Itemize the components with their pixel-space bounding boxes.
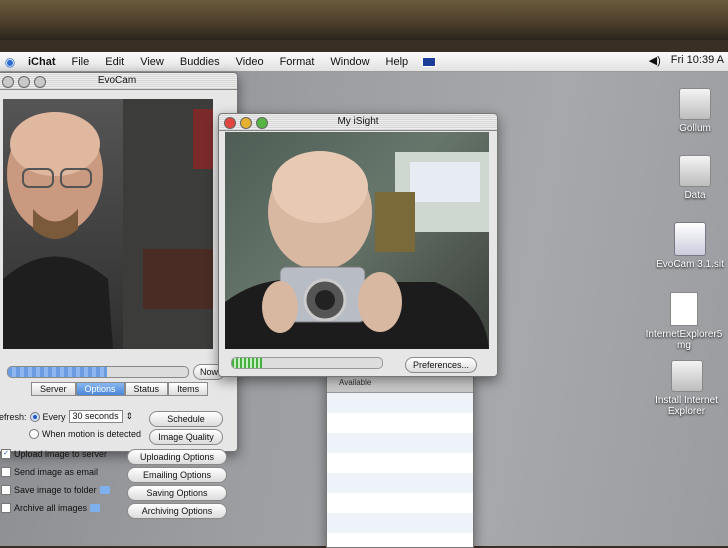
desktop-icon-install-ie[interactable]: Install Internet Explorer — [645, 360, 728, 417]
email-label: Send image as email — [14, 467, 99, 477]
desktop-icon-label: EvoCam 3.1.sit — [656, 259, 724, 270]
evocam-title: EvoCam — [97, 75, 137, 86]
list-item[interactable] — [327, 453, 473, 473]
tab-options[interactable]: Options — [75, 382, 125, 396]
evocam-tabs: Server Options Status Items — [31, 382, 209, 396]
menu-file[interactable]: File — [64, 56, 98, 68]
preferences-button[interactable]: Preferences... — [405, 357, 477, 373]
every-radio[interactable] — [29, 411, 40, 422]
close-icon[interactable] — [224, 117, 236, 129]
buddy-list-window: Available — [326, 373, 474, 548]
stuffit-archive-icon — [674, 222, 706, 256]
desktop-icon-label: InternetExplorer5 mg — [645, 329, 723, 351]
menu-edit[interactable]: Edit — [97, 56, 132, 68]
disk-image-icon — [670, 292, 698, 326]
desktop-icon-label: Install Internet Explorer — [655, 395, 718, 417]
menu-format[interactable]: Format — [272, 56, 323, 68]
isight-window: My iSight Preferences... — [218, 113, 498, 377]
zoom-icon[interactable] — [256, 117, 268, 129]
email-checkbox[interactable] — [1, 467, 11, 477]
zoom-icon[interactable] — [34, 76, 46, 88]
hard-drive-icon — [679, 88, 711, 120]
menu-window[interactable]: Window — [322, 56, 377, 68]
audio-level-meter — [231, 357, 383, 369]
desktop-icon-label: Gollum — [679, 123, 711, 134]
status-label[interactable]: Available — [339, 378, 371, 387]
buddy-list — [327, 393, 473, 533]
webcam-camera-image — [225, 151, 489, 349]
list-item[interactable] — [327, 493, 473, 513]
isight-title: My iSight — [337, 116, 379, 127]
interval-stepper-icon[interactable]: ⇕ — [126, 411, 134, 422]
audio-level-fill — [232, 358, 262, 368]
list-item[interactable] — [327, 433, 473, 453]
menu-clock[interactable]: Fri 10:39 A — [671, 54, 724, 67]
evocam-progress-bar — [7, 366, 189, 378]
evocam-video-preview — [3, 99, 213, 349]
schedule-button[interactable]: Schedule — [149, 411, 223, 427]
desktop-icon-gollum[interactable]: Gollum — [650, 88, 728, 134]
tab-server[interactable]: Server — [31, 382, 76, 396]
hard-drive-icon — [679, 155, 711, 187]
isight-titlebar[interactable]: My iSight — [219, 114, 497, 131]
upload-label: Upload image to server — [14, 449, 108, 459]
save-checkbox[interactable] — [1, 485, 11, 495]
input-flag-icon[interactable] — [422, 56, 437, 67]
minimize-icon[interactable] — [240, 117, 252, 129]
interval-field[interactable]: 30 seconds — [68, 410, 123, 423]
list-item[interactable] — [327, 473, 473, 493]
desktop-icon-ie-image[interactable]: InternetExplorer5 mg — [640, 292, 728, 351]
motion-label: When motion is detected — [42, 429, 142, 439]
desktop-icon-label: Data — [684, 190, 706, 201]
menu-view[interactable]: View — [132, 56, 172, 68]
archiving-options-button[interactable]: Archiving Options — [127, 503, 227, 519]
minimize-icon[interactable] — [18, 76, 30, 88]
tab-items[interactable]: Items — [168, 382, 209, 396]
emailing-options-button[interactable]: Emailing Options — [127, 467, 227, 483]
list-item[interactable] — [327, 513, 473, 533]
monitor-bezel — [0, 0, 728, 40]
isight-video-preview — [225, 132, 489, 349]
image-quality-button[interactable]: Image Quality — [149, 429, 223, 445]
menu-help[interactable]: Help — [378, 56, 417, 68]
evocam-titlebar[interactable]: EvoCam — [0, 73, 237, 90]
webcam-face-image — [3, 99, 213, 349]
menu-app[interactable]: iChat — [20, 56, 64, 68]
volume-icon — [670, 360, 703, 392]
evocam-window: EvoCam Now Server Options Status Items e… — [0, 72, 238, 519]
list-item[interactable] — [327, 413, 473, 433]
saving-options-button[interactable]: Saving Options — [127, 485, 227, 501]
evocam-progress-fill — [8, 367, 107, 377]
close-icon[interactable] — [2, 76, 14, 88]
refresh-label: efresh: — [0, 411, 27, 422]
apple-menu-icon[interactable]: ◉ — [0, 55, 20, 69]
archive-label: Archive all images — [14, 503, 88, 513]
desktop-icon-data[interactable]: Data — [650, 155, 728, 201]
save-label: Save image to folder — [14, 485, 97, 495]
menu-bar: ◉ iChat File Edit View Buddies Video For… — [0, 52, 728, 72]
every-label: Every — [42, 411, 66, 422]
tab-status[interactable]: Status — [124, 382, 169, 396]
archive-folder-icon[interactable] — [90, 504, 101, 512]
upload-checkbox[interactable]: ✓ — [1, 449, 11, 459]
desktop-icon-evocam-sit[interactable]: EvoCam 3.1.sit — [645, 222, 728, 270]
folder-icon[interactable] — [99, 486, 110, 494]
menu-video[interactable]: Video — [228, 56, 272, 68]
menu-buddies[interactable]: Buddies — [172, 56, 228, 68]
uploading-options-button[interactable]: Uploading Options — [127, 449, 227, 465]
list-item[interactable] — [327, 393, 473, 413]
volume-icon[interactable]: ◀) — [649, 54, 661, 67]
archive-checkbox[interactable] — [1, 503, 11, 513]
motion-radio[interactable] — [29, 429, 39, 439]
